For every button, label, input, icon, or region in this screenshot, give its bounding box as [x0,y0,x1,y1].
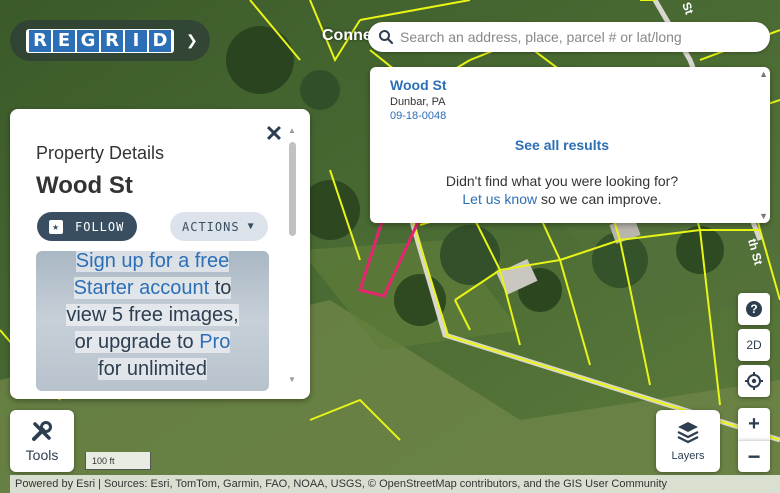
property-details-panel: ✕ ▲ ▼ Property Details Wood St ★ FOLLOW … [10,109,310,399]
result-location[interactable]: Dunbar, PA [390,96,445,108]
actions-dropdown-button[interactable]: ACTIONS ▼ [170,212,268,241]
actions-label: ACTIONS [182,219,240,234]
tools-button[interactable]: Tools [10,410,74,472]
view-mode-toggle[interactable]: 2D [738,329,770,361]
zoom-in-button[interactable]: + [738,408,770,440]
promo-text: for unlimited [98,358,207,380]
scroll-thumb[interactable] [289,142,296,236]
locate-button[interactable] [738,365,770,397]
starter-account-link[interactable]: Starter account [73,277,210,299]
panel-scrollbar[interactable]: ▲ ▼ [288,126,298,384]
improve-text: so we can improve. [537,191,662,207]
crosshair-icon [745,372,763,390]
star-icon: ★ [49,219,63,234]
see-all-results-link[interactable]: See all results [370,137,754,153]
property-title: Wood St [36,172,133,199]
app-menu-button[interactable]: R E G R I D ❯ [10,20,210,61]
scroll-down-arrow-icon[interactable]: ▼ [288,375,296,384]
map-attribution: Powered by Esri | Sources: Esri, TomTom,… [10,475,780,493]
help-icon: ? [746,301,762,317]
connect-label: Conne [322,27,372,44]
tools-icon [32,421,52,441]
zoom-out-button[interactable]: − [738,440,770,472]
chevron-down-icon: ❯ [186,32,198,48]
promo-text: view 5 free images, [66,304,239,326]
promo-text: to [209,277,232,299]
scroll-up-arrow-icon[interactable]: ▲ [759,69,768,79]
scale-bar: 100 ft [85,452,151,470]
result-parcel-id[interactable]: 09-18-0048 [390,110,446,122]
let-us-know-link[interactable]: Let us know [462,191,537,207]
logo-letter: G [77,29,99,52]
caret-down-icon: ▼ [247,221,255,232]
layers-icon [677,422,699,444]
result-title[interactable]: Wood St [390,77,447,93]
regrid-logo: R E G R I D [26,28,174,53]
tools-label: Tools [25,447,59,463]
layers-button[interactable]: Layers [656,410,720,472]
not-found-text: Didn't find what you were looking for? [445,173,679,189]
logo-letter: D [149,29,171,52]
promo-text: or upgrade to [74,331,200,353]
pro-link[interactable]: Pro [199,331,231,353]
search-results-dropdown: Wood St Dunbar, PA 09-18-0048 See all re… [370,67,770,223]
help-button[interactable]: ? [738,293,770,325]
follow-label: FOLLOW [75,219,125,234]
panel-section-label: Property Details [36,143,165,163]
promo-image-placeholder: Sign up for a free Starter account to vi… [36,251,269,391]
scroll-up-arrow-icon[interactable]: ▲ [288,126,296,135]
logo-letter: R [29,29,51,52]
logo-letter: I [125,29,147,52]
search-input[interactable] [400,29,740,45]
scroll-down-arrow-icon[interactable]: ▼ [759,211,768,221]
signup-link[interactable]: Sign up for a free [75,251,230,272]
close-panel-button[interactable]: ✕ [264,123,284,145]
upgrade-promo-text: Sign up for a free Starter account to vi… [36,251,269,383]
search-icon [379,30,394,45]
layers-label: Layers [671,450,705,462]
feedback-line: Let us know so we can improve. [370,191,754,207]
logo-letter: R [101,29,123,52]
follow-button[interactable]: ★ FOLLOW [37,212,137,241]
logo-letter: E [53,29,75,52]
search-bar[interactable] [368,22,770,52]
